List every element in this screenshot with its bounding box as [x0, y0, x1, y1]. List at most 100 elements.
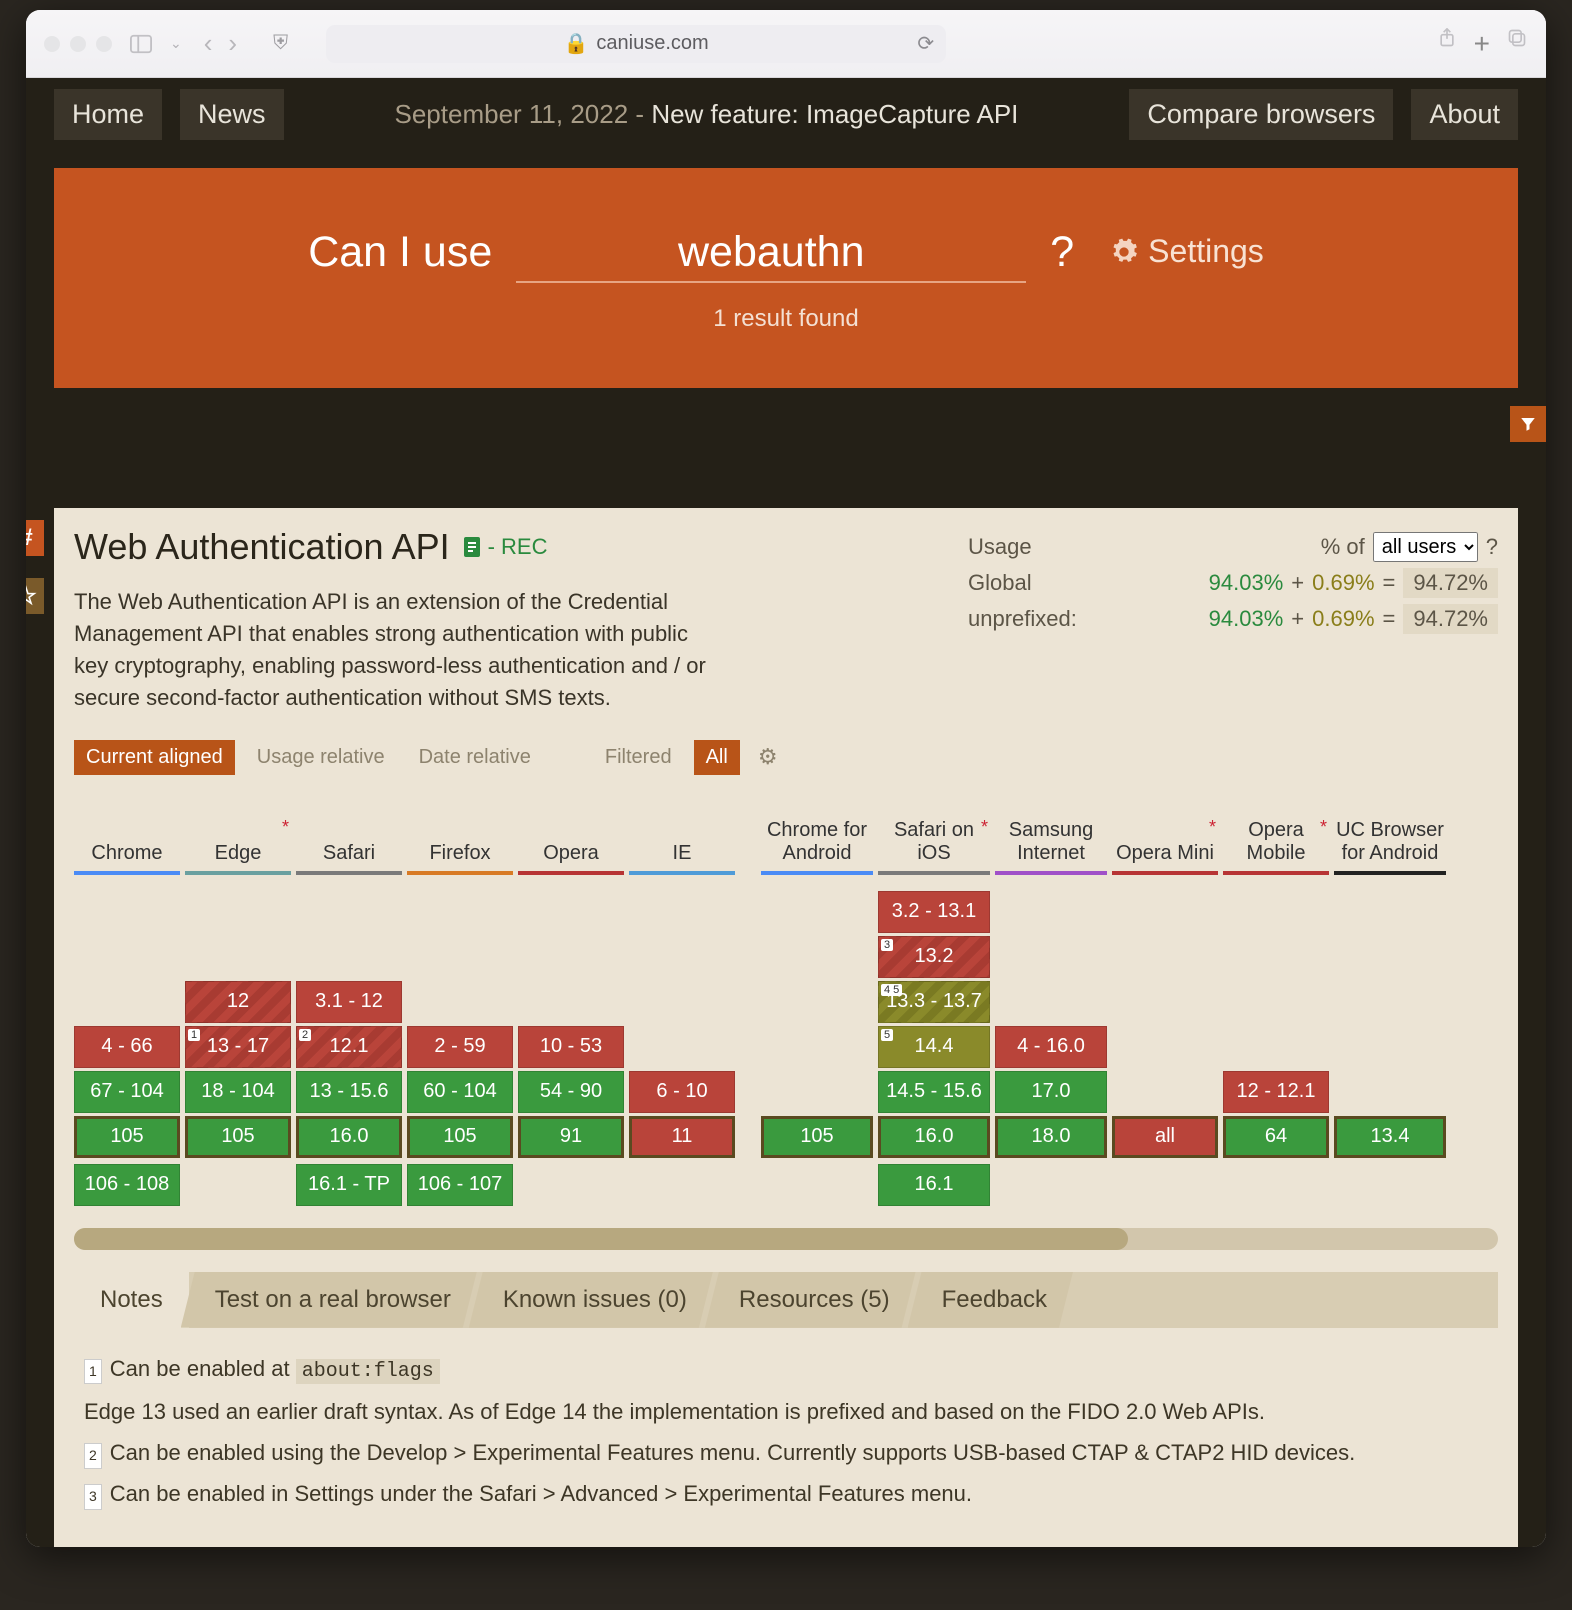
support-cell[interactable]: 12 [185, 981, 291, 1023]
browser-header[interactable]: Chrome [74, 805, 180, 875]
horizontal-scrollbar[interactable] [74, 1228, 1498, 1250]
support-cell[interactable]: 17.0 [995, 1071, 1107, 1113]
support-cell[interactable]: 4 - 66 [74, 1026, 180, 1068]
support-cell-future[interactable]: 16.1 - TP [296, 1164, 402, 1206]
columns-gear-icon[interactable]: ⚙ [758, 744, 778, 770]
support-cell[interactable]: 13.3 - 13.74 5 [878, 981, 990, 1023]
usage-total-pct: 94.72% [1403, 568, 1498, 598]
usage-extra-pct: 0.69% [1312, 606, 1374, 632]
support-cell[interactable]: 11 [629, 1116, 735, 1158]
support-cell[interactable]: 54 - 90 [518, 1071, 624, 1113]
support-cell[interactable]: 2 - 59 [407, 1026, 513, 1068]
minimize-window-icon[interactable] [70, 36, 86, 52]
support-cell[interactable]: 14.45 [878, 1026, 990, 1068]
support-cell[interactable]: 16.0 [296, 1116, 402, 1158]
browser-header[interactable]: Opera [518, 805, 624, 875]
usage-scope-select[interactable]: all users [1373, 532, 1478, 562]
support-cell[interactable]: 105 [407, 1116, 513, 1158]
favorite-button[interactable]: ☆ [26, 578, 44, 614]
support-cell-future[interactable]: 106 - 107 [407, 1164, 513, 1206]
nav-about[interactable]: About [1411, 89, 1518, 140]
address-bar[interactable]: 🔒 caniuse.com ⟳ [326, 25, 946, 63]
support-cell[interactable]: 12 - 12.1 [1223, 1071, 1329, 1113]
browser-header[interactable]: Firefox [407, 805, 513, 875]
details-tab-notes[interactable]: Notes [74, 1272, 189, 1328]
browser-col-cfa: Chrome for Android 105 [761, 805, 873, 1206]
window-controls[interactable] [44, 36, 112, 52]
filter-icon[interactable] [1510, 406, 1546, 442]
details-tab-known[interactable]: Known issues (0) [469, 1272, 713, 1328]
new-tab-icon[interactable]: + [1474, 28, 1490, 60]
browser-header[interactable]: Opera Mobile* [1223, 805, 1329, 875]
browser-header[interactable]: Chrome for Android [761, 805, 873, 875]
support-cell[interactable]: 105 [761, 1116, 873, 1158]
support-cell[interactable]: 13.4 [1334, 1116, 1446, 1158]
sidebar-toggle-icon[interactable] [130, 34, 152, 54]
support-cell[interactable]: 4 - 16.0 [995, 1026, 1107, 1068]
details-tab-feedback[interactable]: Feedback [908, 1272, 1073, 1328]
support-cell[interactable]: 13 - 15.6 [296, 1071, 402, 1113]
search-input[interactable] [516, 224, 1026, 283]
usage-main-pct: 94.03% [1209, 606, 1284, 632]
nav-home[interactable]: Home [54, 89, 162, 140]
support-cell-future[interactable]: 16.1 [878, 1164, 990, 1206]
zoom-window-icon[interactable] [96, 36, 112, 52]
details-tabs: NotesTest on a real browserKnown issues … [74, 1272, 1498, 1328]
spec-status-badge[interactable]: - REC [462, 534, 548, 560]
mode-tab-current-aligned[interactable]: Current aligned [74, 740, 235, 775]
support-cell[interactable]: 60 - 104 [407, 1071, 513, 1113]
support-table: Chrome4 - 6667 - 104105106 - 108Edge*121… [74, 805, 1498, 1206]
mode-tab-date-relative[interactable]: Date relative [407, 740, 543, 775]
usage-help[interactable]: ? [1486, 534, 1498, 560]
support-cell[interactable]: 67 - 104 [74, 1071, 180, 1113]
support-cell-future[interactable]: 106 - 108 [74, 1164, 180, 1206]
browser-toolbar: ⌄ ‹ › ⛨ 🔒 caniuse.com ⟳ + [26, 10, 1546, 78]
support-cell[interactable]: 10 - 53 [518, 1026, 624, 1068]
support-cell[interactable]: 105 [185, 1116, 291, 1158]
privacy-shield-icon[interactable]: ⛨ [273, 32, 288, 55]
browser-header[interactable]: Opera Mini* [1112, 805, 1218, 875]
support-cell[interactable]: 16.0 [878, 1116, 990, 1158]
note-item: 1Can be enabled at about:flags [84, 1350, 1488, 1389]
share-icon[interactable] [1436, 28, 1458, 48]
note-item: Edge 13 used an earlier draft syntax. As… [84, 1393, 1488, 1430]
browser-header[interactable]: Safari [296, 805, 402, 875]
chevron-down-icon[interactable]: ⌄ [170, 35, 182, 52]
nav-compare-browsers[interactable]: Compare browsers [1129, 89, 1393, 140]
usage-main-pct: 94.03% [1209, 570, 1284, 596]
support-cell[interactable]: 14.5 - 15.6 [878, 1071, 990, 1113]
filter-all-tab[interactable]: All [694, 740, 740, 775]
browser-header[interactable]: Edge* [185, 805, 291, 875]
support-cell[interactable]: 18.0 [995, 1116, 1107, 1158]
support-cell[interactable]: 6 - 10 [629, 1071, 735, 1113]
news-headline[interactable]: New feature: ImageCapture API [651, 99, 1018, 129]
close-window-icon[interactable] [44, 36, 60, 52]
support-cell[interactable]: 18 - 104 [185, 1071, 291, 1113]
browser-header[interactable]: Safari on iOS* [878, 805, 990, 875]
forward-button[interactable]: › [228, 28, 237, 59]
back-button[interactable]: ‹ [204, 28, 213, 59]
support-cell[interactable]: 12.12 [296, 1026, 402, 1068]
details-tab-resources[interactable]: Resources (5) [705, 1272, 916, 1328]
support-cell[interactable]: 13.23 [878, 936, 990, 978]
mode-tab-usage-relative[interactable]: Usage relative [245, 740, 397, 775]
support-cell[interactable]: all [1112, 1116, 1218, 1158]
support-cell[interactable]: 105 [74, 1116, 180, 1158]
usage-extra-pct: 0.69% [1312, 570, 1374, 596]
nav-news[interactable]: News [180, 89, 284, 140]
reload-icon[interactable]: ⟳ [917, 31, 934, 56]
support-cell[interactable]: 91 [518, 1116, 624, 1158]
permalink-button[interactable]: # [26, 520, 44, 556]
note-item: 3Can be enabled in Settings under the Sa… [84, 1475, 1488, 1512]
browser-header[interactable]: Samsung Internet [995, 805, 1107, 875]
support-cell[interactable]: 13 - 171 [185, 1026, 291, 1068]
browser-header[interactable]: UC Browser for Android [1334, 805, 1446, 875]
details-tab-test[interactable]: Test on a real browser [181, 1272, 477, 1328]
feature-description: The Web Authentication API is an extensi… [74, 586, 714, 714]
support-cell[interactable]: 3.1 - 12 [296, 981, 402, 1023]
support-cell[interactable]: 3.2 - 13.1 [878, 891, 990, 933]
browser-header[interactable]: IE [629, 805, 735, 875]
support-cell[interactable]: 64 [1223, 1116, 1329, 1158]
settings-link[interactable]: Settings [1110, 233, 1264, 270]
tabs-overview-icon[interactable] [1506, 28, 1528, 48]
